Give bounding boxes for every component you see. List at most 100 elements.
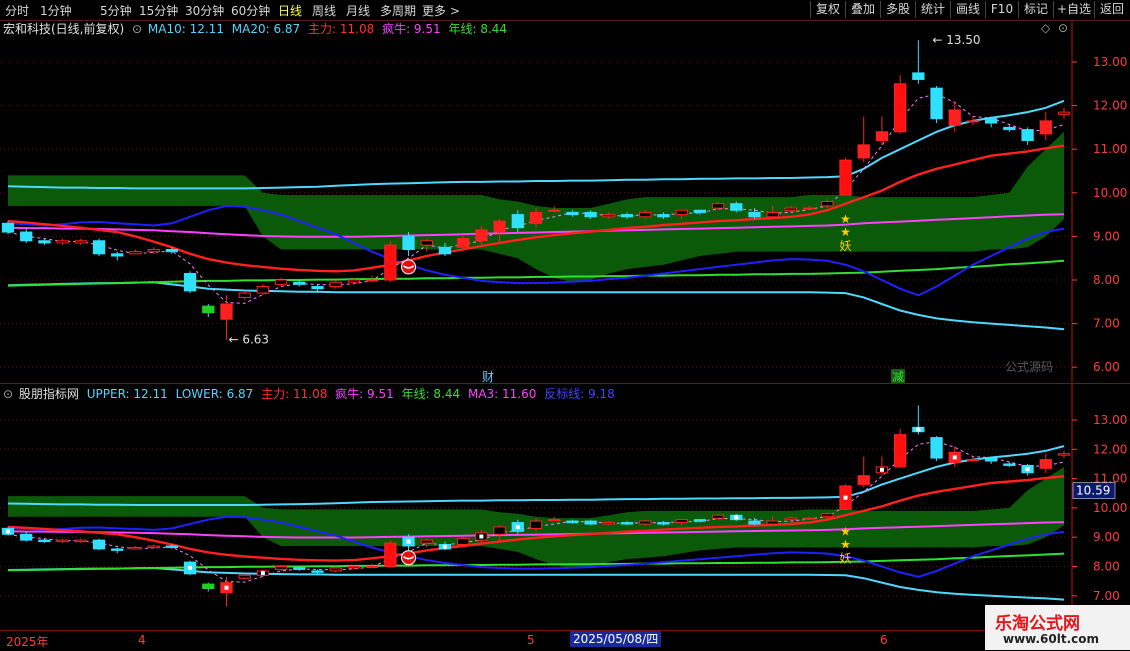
period-tab-daily[interactable]: 日线 [278,2,302,19]
lower-candle-body [985,457,998,462]
kline-chart[interactable]: 13.0012.0011.0010.009.008.007.006.00★★妖1… [0,0,1130,650]
lower-candle-body [529,520,543,529]
lower-candle-body [420,539,433,544]
upper-price-label: 11.00 [1093,142,1127,156]
top-legend: 宏和科技(日线,前复权) ⊙ MA10: 12.11 MA20: 6.87 主力… [0,21,511,37]
upper-trend-band [8,131,1064,283]
lower-candle-dot [734,515,739,520]
legend-zhuli: 主力: 11.08 [308,22,375,36]
upper-price-label: 12.00 [1093,99,1127,113]
upper-candle-body [56,240,69,244]
f10-button[interactable]: F10 [985,1,1018,18]
upper-candle-body [111,253,124,257]
period-tab-multi[interactable]: 多周期 [380,2,416,19]
indicator-title[interactable]: 股朋指标网 [19,387,79,401]
low-price-label: ← 6.63 [228,333,269,347]
upper-upper-line [7,99,1065,190]
upper-candle-body [657,214,670,218]
upper-candle-body [639,211,652,218]
legend-fengniu: 疯牛: 9.51 [382,22,441,36]
overlay-button[interactable]: 叠加 [845,1,880,18]
draw-line-button[interactable]: 画线 [950,1,985,18]
legend-settings-icon[interactable]: ⊙ [132,22,142,36]
event-marker-cai: 财 [482,370,494,384]
lower-candle-body [602,522,615,525]
panel-menu-icon[interactable]: ⊙ [1058,21,1068,35]
mark-button[interactable]: 标记 [1018,1,1053,18]
lower-candle-body [857,475,870,485]
lower-price-label: 12.00 [1093,442,1127,456]
lower-candle-body [639,520,652,525]
lower-plot [0,405,1070,607]
upper-candle-body [438,246,452,255]
upper-candle-body [293,281,306,285]
legend-fengniu-b: 疯牛: 9.51 [335,387,394,401]
legend-upper: UPPER: 12.11 [86,387,168,401]
legend-ma20: MA20: 6.87 [231,22,301,36]
lower-candle-body [293,567,306,570]
cursor-date: 2025/05/08/四 [570,631,662,647]
stock-title[interactable]: 宏和科技(日线,前复权) [3,22,124,36]
period-tab-monthly[interactable]: 月线 [346,2,370,19]
upper-candle-body [475,229,488,242]
upper-plot [0,40,1070,368]
period-tab-1min[interactable]: 1分钟 [40,2,72,19]
formula-source-label: 公式源码 [1005,360,1053,374]
upper-candle-body [274,279,288,285]
lower-candle-body [402,536,415,547]
lower-candle-body [839,485,852,510]
lower-candle-body [457,538,470,546]
upper-candle-body [821,201,834,207]
period-tab-5min[interactable]: 5分钟 [100,2,132,19]
statistics-button[interactable]: 统计 [915,1,950,18]
period-tab-more[interactable]: 更多 > [422,2,460,19]
upper-candle-body [948,109,961,126]
legend-ma3: MA3: 11.60 [467,387,537,401]
lower-candle-dot [406,539,411,544]
lower-price-label: 7.00 [1093,589,1120,603]
upper-lower-line [7,281,1065,331]
high-price-label: ← 13.50 [932,33,980,47]
lower-candle-body [930,437,943,459]
upper-candle-body [311,286,324,290]
lower-trend-band [8,466,1064,568]
event-marker-jian-bg [891,369,905,383]
upper-candle-body [1021,129,1034,141]
lower-candle-dot [952,455,957,460]
lower-candle-dot [6,529,10,534]
period-tab-60min[interactable]: 60分钟 [231,2,270,19]
multi-stock-button[interactable]: 多股 [880,1,915,18]
lower-candle-body [56,539,69,543]
lower-candle-body [893,434,907,468]
upper-price-label: 13.00 [1093,55,1127,69]
lower-candle-body [147,545,160,548]
restore-rights-button[interactable]: 复权 [810,1,845,18]
upper-panel: 13.0012.0011.0010.009.008.007.006.00★★妖 [0,40,1127,374]
watermark-url: www.60lt.com [1003,632,1100,646]
upper-price-label: 10.00 [1093,186,1127,200]
upper-candle-body [529,211,543,224]
indicator-settings-icon[interactable]: ⊙ [3,387,13,401]
upper-candle-body [966,120,980,123]
legend-nianxian: 年线: 8.44 [448,22,508,36]
collapse-diamond-icon[interactable]: ◇ [1041,21,1050,35]
add-watchlist-button[interactable]: +自选 [1053,1,1094,18]
period-tab-15min[interactable]: 15分钟 [139,2,178,19]
period-tab-weekly[interactable]: 周线 [312,2,336,19]
lower-candle-body [274,566,288,570]
upper-fengniu-line [7,213,1065,238]
lower-candle-body [766,520,779,525]
upper-candle-body [511,214,524,229]
back-button[interactable]: 返回 [1094,1,1129,18]
upper-ball-stripe [403,265,415,269]
lower-fengniu-line [7,521,1065,539]
lower-candle-body [511,522,524,532]
lower-signal-text: 妖 [840,551,852,565]
period-tab-fenshi[interactable]: 分时 [5,2,29,19]
upper-candle-body [930,87,943,120]
lower-candle-body [347,566,361,569]
lower-candle-body [129,546,142,550]
period-tab-30min[interactable]: 30分钟 [185,2,224,19]
lower-candle-body [20,533,33,541]
lower-candle-body [111,548,124,551]
